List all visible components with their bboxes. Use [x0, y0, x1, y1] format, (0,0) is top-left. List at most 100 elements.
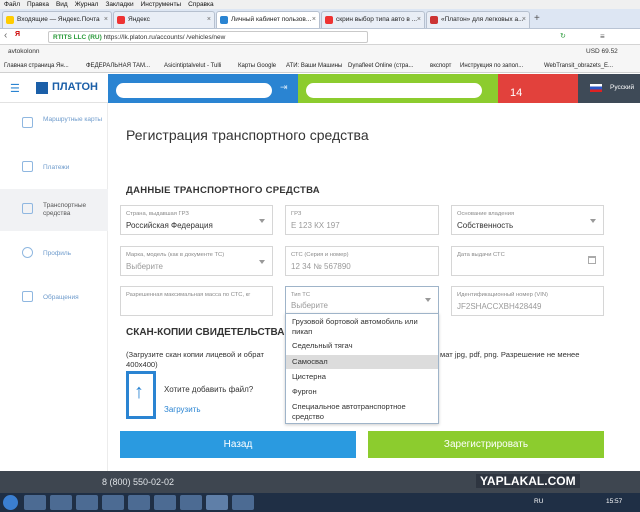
brand-model-select[interactable]: Марка, модель (как в документе ТС) Выбер… — [120, 246, 273, 276]
menu-file[interactable]: Файл — [4, 0, 20, 9]
upload-arrow-icon: ↑ — [134, 381, 144, 403]
dropdown-option[interactable]: Фургон — [286, 387, 438, 399]
back-button[interactable]: Назад — [120, 431, 356, 458]
dropdown-option[interactable]: Цистерна — [286, 372, 438, 384]
dropdown-option[interactable]: Седельный тягач — [286, 341, 438, 353]
browser-tab[interactable]: скрин выбор типа авто в ... × — [321, 11, 425, 28]
dropdown-option[interactable]: Грузовой бортовой автомобиль или пикап — [286, 317, 438, 339]
menu-history[interactable]: Журнал — [75, 0, 99, 9]
sidebar-item-label: Платежи — [43, 164, 70, 171]
field-value: Российская Федерация — [126, 221, 213, 230]
bookmark-item[interactable]: Инструкция по запол... — [460, 63, 523, 69]
bookmark-item[interactable]: WebTransit_obrazets_E... — [544, 63, 613, 69]
sts-date-input[interactable]: Дата выдачи СТС — [451, 246, 604, 276]
calendar-icon[interactable] — [588, 256, 596, 264]
back-arrow-icon[interactable]: ‹ — [4, 30, 7, 41]
upload-box[interactable]: ↑ — [126, 371, 156, 419]
browser-tab[interactable]: Входящие — Яндекс.Почта × — [2, 11, 112, 28]
max-mass-input[interactable]: Разрешенная максимальная масса по СТС, к… — [120, 286, 273, 316]
app-icon[interactable] — [128, 495, 150, 510]
field-label: Идентификационный номер (VIN) — [457, 292, 548, 298]
sidebar-item-vehicles[interactable]: Транспортные средства — [0, 189, 108, 231]
close-icon[interactable]: × — [312, 12, 316, 28]
app-icon[interactable] — [232, 495, 254, 510]
russia-flag-icon — [590, 84, 602, 92]
menu-view[interactable]: Вид — [56, 0, 68, 9]
clock[interactable]: 15:57 — [606, 498, 622, 505]
country-select[interactable]: Страна, выдавшая ГРЗ Российская Федераци… — [120, 205, 273, 235]
menu-icon[interactable]: ≡ — [600, 32, 605, 41]
hamburger-icon[interactable]: ☰ — [10, 82, 20, 95]
sidebar-item-label: Маршрутные карты — [43, 116, 103, 123]
ssl-badge: RTITS LLC (RU) — [53, 34, 102, 41]
yandex-icon — [325, 16, 333, 24]
menu-bookmarks[interactable]: Закладки — [105, 0, 133, 9]
balance-panel[interactable] — [298, 74, 498, 103]
start-icon[interactable] — [3, 495, 18, 510]
chevron-down-icon — [425, 298, 431, 302]
app-icon[interactable] — [102, 495, 124, 510]
menu-edit[interactable]: Правка — [27, 0, 49, 9]
notifications-panel[interactable]: 14 — [498, 74, 578, 103]
upload-question: Хотите добавить файл? — [164, 385, 254, 394]
new-tab-icon[interactable]: + — [534, 13, 540, 24]
account-panel[interactable]: ⇥ — [108, 74, 298, 103]
sidebar-item-label: Обращения — [43, 294, 79, 301]
usd-rate: USD 69.52 — [586, 48, 618, 55]
browser-toolbar: ‹ Я RTITS LLC (RU) https://lk.platon.ru/… — [0, 29, 640, 45]
app-icon[interactable] — [154, 495, 176, 510]
browser-tab-active[interactable]: Личный кабинет пользов... × — [216, 11, 320, 28]
browser-tab[interactable]: Яндекс × — [113, 11, 215, 28]
app-icon[interactable] — [76, 495, 98, 510]
platon-logo-icon — [36, 82, 48, 94]
field-placeholder: JF2SHACCXBH428449 — [457, 302, 542, 311]
close-icon[interactable]: × — [104, 12, 108, 28]
keyboard-language[interactable]: RU — [534, 498, 543, 505]
sidebar-item-route-cards[interactable]: Маршрутные карты — [0, 103, 108, 145]
app-icon[interactable] — [50, 495, 72, 510]
sidebar-item-requests[interactable]: Обращения — [0, 277, 108, 319]
close-icon[interactable]: × — [207, 12, 211, 28]
bookmark-item[interactable]: Dynafleet Online (стра... — [348, 63, 413, 69]
sts-input[interactable]: СТС (Серия и номер) 12 34 № 567890 — [285, 246, 439, 276]
language-selector[interactable]: Русский — [578, 74, 640, 103]
route-card-icon — [22, 117, 33, 128]
sidebar-item-profile[interactable]: Профиль — [0, 233, 108, 275]
menu-help[interactable]: Справка — [188, 0, 214, 9]
browser-tab[interactable]: «Платон» для легковых а... × — [426, 11, 530, 28]
sidebar-item-payments[interactable]: Платежи — [0, 147, 108, 189]
upload-link[interactable]: Загрузить — [164, 405, 201, 414]
vehicle-type-select[interactable]: Тип ТС Выберите — [285, 286, 439, 316]
mail-icon — [6, 16, 14, 24]
logo-text[interactable]: ПЛАТОН — [52, 81, 98, 93]
notification-count: 14 — [510, 87, 523, 99]
explorer-icon[interactable] — [24, 495, 46, 510]
app-icon[interactable] — [180, 495, 202, 510]
tab-label: скрин выбор типа авто в ... — [336, 16, 418, 23]
plate-input[interactable]: ГРЗ Е 123 КХ 197 — [285, 205, 439, 235]
tab-label: «Платон» для легковых а... — [441, 16, 524, 23]
browser-icon[interactable] — [206, 495, 228, 510]
language-label: Русский — [610, 84, 635, 91]
menu-tools[interactable]: Инструменты — [141, 0, 182, 9]
vehicle-type-dropdown[interactable]: Грузовой бортовой автомобиль или пикап С… — [285, 313, 439, 424]
close-icon[interactable]: × — [522, 12, 526, 28]
bookmark-item[interactable]: АТИ: Ваши Машины — [286, 63, 342, 69]
yandex-icon — [117, 16, 125, 24]
bookmark-item[interactable]: Asicintiptalvelut - Tulli — [164, 63, 221, 69]
bookmark-item[interactable]: Карты Google — [238, 63, 276, 69]
dropdown-option[interactable]: Специальное автотранспортное средство — [286, 402, 438, 424]
dropdown-option-selected[interactable]: Самосвал — [286, 355, 438, 369]
refresh-icon[interactable]: ↻ — [560, 32, 566, 40]
ownership-select[interactable]: Основание владения Собственность — [451, 205, 604, 235]
bookmark-item[interactable]: ФЕДЕРАЛЬНАЯ ТАМ... — [86, 63, 150, 69]
close-icon[interactable]: × — [417, 12, 421, 28]
bookmark-item[interactable]: вкспорт — [430, 63, 451, 69]
vin-input[interactable]: Идентификационный номер (VIN) JF2SHACCXB… — [451, 286, 604, 316]
exit-icon[interactable]: ⇥ — [280, 82, 288, 93]
browser-tab-bar: Входящие — Яндекс.Почта × Яндекс × Личны… — [0, 9, 640, 29]
register-button[interactable]: Зарегистрировать — [368, 431, 604, 458]
address-bar[interactable]: RTITS LLC (RU) https://lk.platon.ru/acco… — [48, 31, 368, 43]
payment-icon — [22, 161, 33, 172]
bookmark-item[interactable]: Главная страница Ян... — [4, 63, 69, 69]
